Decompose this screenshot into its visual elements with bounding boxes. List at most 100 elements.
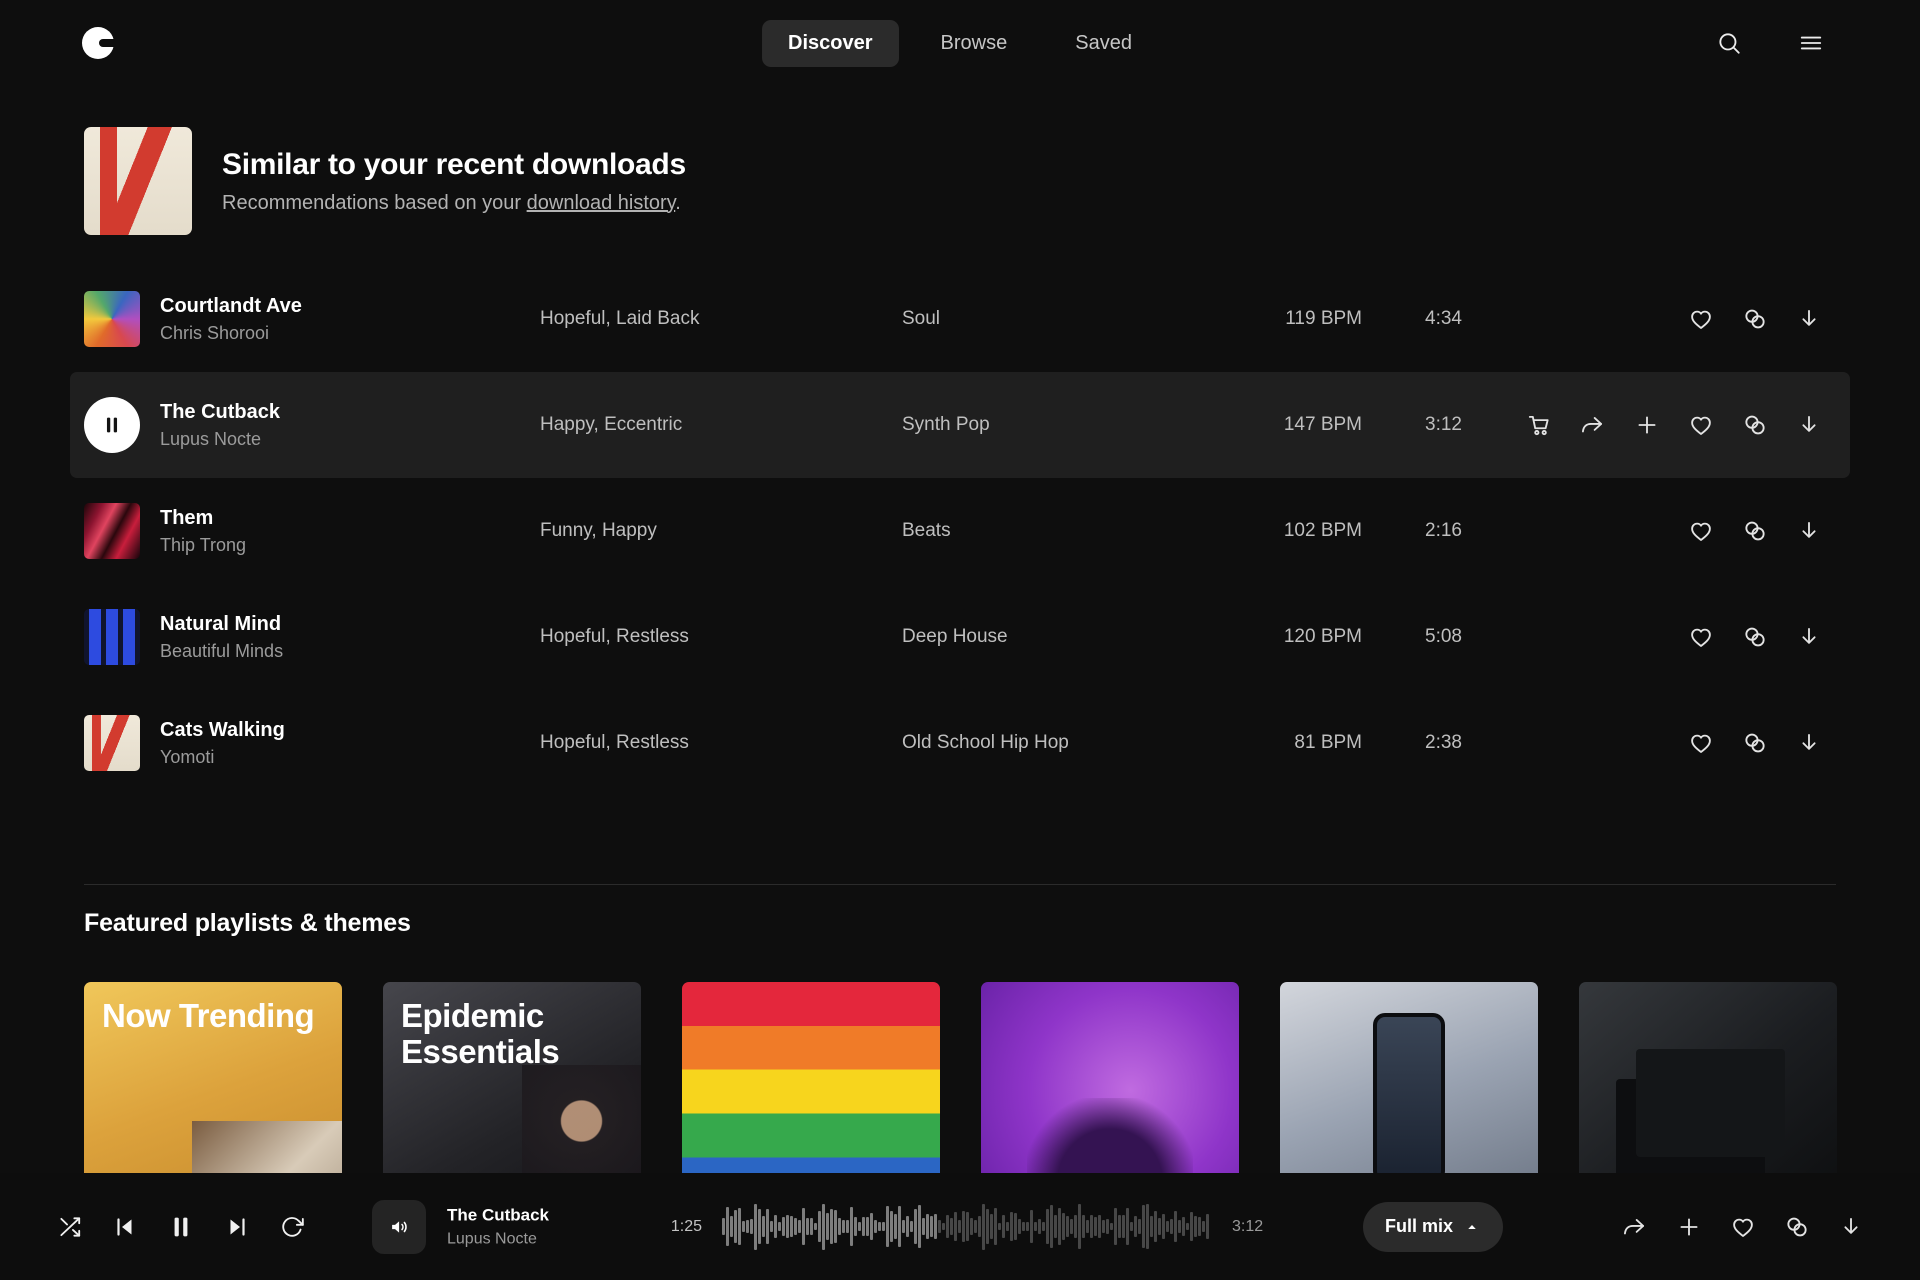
page-subtitle: Recommendations based on your download h… (222, 192, 686, 215)
share-icon[interactable] (1622, 1214, 1648, 1240)
track-actions (1462, 624, 1822, 650)
track-row[interactable]: Them Thip Trong Funny, Happy Beats 102 B… (70, 478, 1850, 584)
similar-icon[interactable] (1784, 1214, 1810, 1240)
heart-icon[interactable] (1688, 306, 1714, 332)
track-genre[interactable]: Deep House (902, 626, 1232, 648)
track-actions (1462, 412, 1822, 438)
now-playing-info[interactable]: The Cutback Lupus Nocte (447, 1205, 549, 1248)
heart-icon[interactable] (1730, 1214, 1756, 1240)
download-icon[interactable] (1796, 624, 1822, 650)
pause-icon[interactable] (167, 1213, 195, 1241)
chevron-up-icon (1463, 1218, 1481, 1236)
similar-icon[interactable] (1742, 730, 1768, 756)
track-genre[interactable]: Old School Hip Hop (902, 732, 1232, 754)
track-artist[interactable]: Lupus Nocte (160, 429, 540, 450)
search-icon[interactable] (1716, 30, 1742, 56)
main-tabs: Discover Browse Saved (762, 0, 1158, 86)
track-genre[interactable]: Beats (902, 520, 1232, 542)
tab-discover[interactable]: Discover (762, 20, 899, 67)
download-icon[interactable] (1796, 306, 1822, 332)
next-icon[interactable] (225, 1215, 249, 1239)
featured-section: Featured playlists & themes Now Trending… (84, 884, 1836, 938)
track-row-playing[interactable]: The Cutback Lupus Nocte Happy, Eccentric… (70, 372, 1850, 478)
recommendations-cover-art[interactable] (84, 127, 192, 235)
heart-icon[interactable] (1688, 730, 1714, 756)
track-row[interactable]: Courtlandt Ave Chris Shorooi Hopeful, La… (70, 266, 1850, 372)
track-row[interactable]: Natural Mind Beautiful Minds Hopeful, Re… (70, 584, 1850, 690)
plus-icon[interactable] (1634, 412, 1660, 438)
track-genre[interactable]: Synth Pop (902, 414, 1232, 436)
subtitle-suffix: . (675, 192, 681, 214)
mix-selector-label: Full mix (1385, 1216, 1453, 1237)
download-icon[interactable] (1796, 518, 1822, 544)
tab-saved[interactable]: Saved (1049, 20, 1158, 67)
album-art[interactable] (84, 503, 140, 559)
nav-actions (1716, 0, 1824, 86)
track-moods[interactable]: Funny, Happy (540, 520, 902, 542)
subtitle-prefix: Recommendations based on your (222, 192, 527, 214)
track-title[interactable]: Cats Walking (160, 718, 540, 742)
recommendations-header-text: Similar to your recent downloads Recomme… (222, 148, 686, 215)
track-title[interactable]: The Cutback (160, 400, 540, 424)
playback-controls (57, 1213, 305, 1241)
now-playing-artist: Lupus Nocte (447, 1230, 549, 1248)
track-artist[interactable]: Chris Shorooi (160, 323, 540, 344)
track-title[interactable]: Courtlandt Ave (160, 294, 540, 318)
track-title[interactable]: Natural Mind (160, 612, 540, 636)
track-artist[interactable]: Beautiful Minds (160, 641, 540, 662)
track-duration: 4:34 (1362, 308, 1462, 330)
track-title[interactable]: Them (160, 506, 540, 530)
track-artist[interactable]: Thip Trong (160, 535, 540, 556)
track-bpm: 81 BPM (1232, 732, 1362, 754)
track-moods[interactable]: Hopeful, Restless (540, 732, 902, 754)
player-actions (1622, 1214, 1864, 1240)
track-row[interactable]: Cats Walking Yomoti Hopeful, Restless Ol… (70, 690, 1850, 796)
volume-button[interactable] (372, 1200, 426, 1254)
track-duration: 2:16 (1362, 520, 1462, 542)
pause-track-button[interactable] (84, 397, 140, 453)
menu-icon[interactable] (1798, 30, 1824, 56)
waveform-scrubber[interactable] (722, 1203, 1214, 1251)
download-icon[interactable] (1796, 730, 1822, 756)
epidemic-sound-logo[interactable] (82, 27, 114, 59)
now-playing-title: The Cutback (447, 1205, 549, 1225)
album-art[interactable] (84, 609, 140, 665)
track-duration: 3:12 (1362, 414, 1462, 436)
similar-icon[interactable] (1742, 518, 1768, 544)
top-nav: Discover Browse Saved (0, 0, 1920, 86)
previous-icon[interactable] (113, 1215, 137, 1239)
track-list: Courtlandt Ave Chris Shorooi Hopeful, La… (70, 266, 1850, 796)
download-history-link[interactable]: download history (527, 192, 676, 214)
track-moods[interactable]: Happy, Eccentric (540, 414, 902, 436)
mix-selector[interactable]: Full mix (1363, 1202, 1503, 1252)
track-bpm: 119 BPM (1232, 308, 1362, 330)
recommendations-header: Similar to your recent downloads Recomme… (84, 127, 686, 235)
track-moods[interactable]: Hopeful, Restless (540, 626, 902, 648)
cart-icon[interactable] (1526, 412, 1552, 438)
track-actions (1462, 518, 1822, 544)
album-art[interactable] (84, 715, 140, 771)
playlist-card-label: Now Trending (102, 998, 314, 1034)
playlist-card-label: Epidemic Essentials (401, 998, 641, 1069)
tab-browse[interactable]: Browse (915, 20, 1034, 67)
similar-icon[interactable] (1742, 624, 1768, 650)
share-icon[interactable] (1580, 412, 1606, 438)
total-time: 3:12 (1232, 1218, 1263, 1236)
track-genre[interactable]: Soul (902, 308, 1232, 330)
album-art[interactable] (84, 291, 140, 347)
repeat-icon[interactable] (279, 1214, 305, 1240)
track-moods[interactable]: Hopeful, Laid Back (540, 308, 902, 330)
similar-icon[interactable] (1742, 306, 1768, 332)
plus-icon[interactable] (1676, 1214, 1702, 1240)
player-bar: The Cutback Lupus Nocte 1:25 3:12 Full m… (0, 1173, 1920, 1280)
track-artist[interactable]: Yomoti (160, 747, 540, 768)
track-actions (1462, 730, 1822, 756)
shuffle-icon[interactable] (57, 1214, 83, 1240)
similar-icon[interactable] (1742, 412, 1768, 438)
heart-icon[interactable] (1688, 518, 1714, 544)
download-icon[interactable] (1796, 412, 1822, 438)
download-icon[interactable] (1838, 1214, 1864, 1240)
track-duration: 2:38 (1362, 732, 1462, 754)
heart-icon[interactable] (1688, 624, 1714, 650)
heart-icon[interactable] (1688, 412, 1714, 438)
